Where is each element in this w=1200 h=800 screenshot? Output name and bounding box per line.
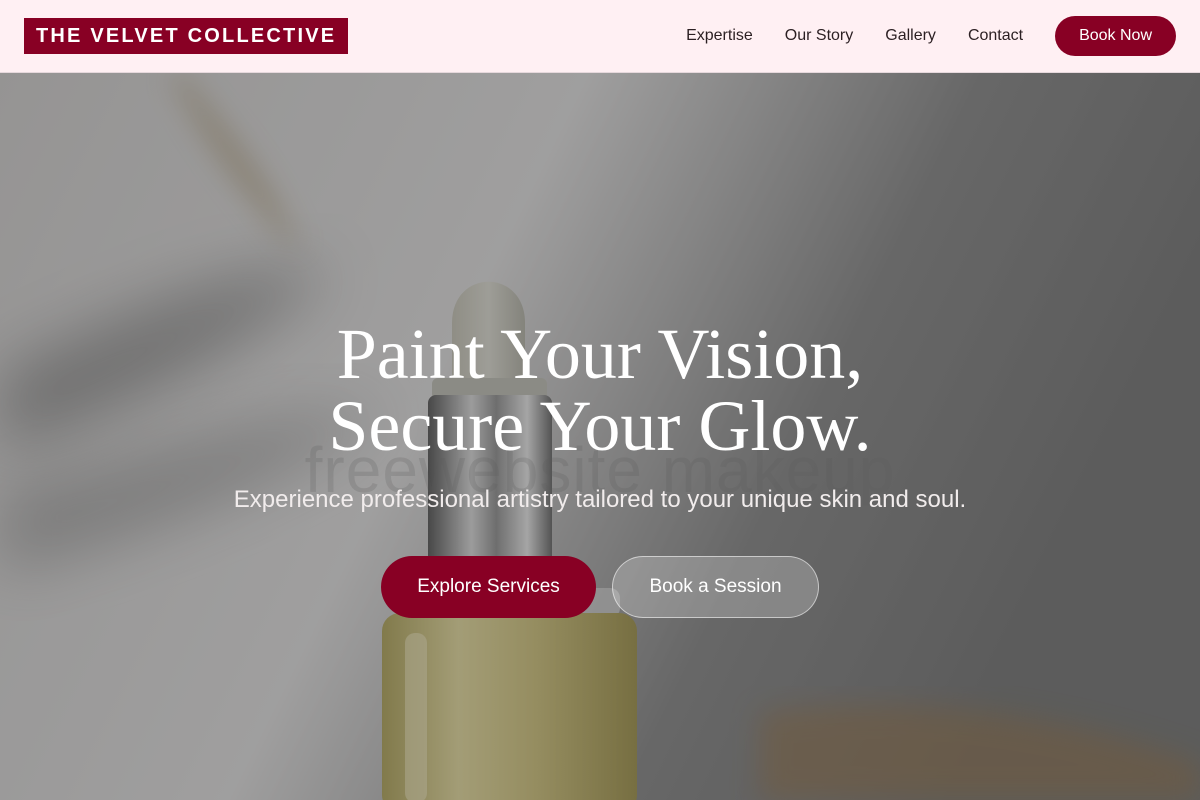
main-nav: Expertise Our Story Gallery Contact Book… (686, 16, 1176, 56)
hero-title-line-2: Secure Your Glow. (328, 386, 872, 466)
nav-link-contact[interactable]: Contact (968, 27, 1023, 45)
hero-title: Paint Your Vision, Secure Your Glow. (0, 318, 1200, 462)
hero-content: Paint Your Vision, Secure Your Glow. Exp… (0, 318, 1200, 618)
book-session-button[interactable]: Book a Session (612, 556, 819, 618)
hero-button-group: Explore Services Book a Session (0, 556, 1200, 618)
hero-section: freewebsite makeup Paint Your Vision, Se… (0, 73, 1200, 800)
site-header: THE VELVET COLLECTIVE Expertise Our Stor… (0, 0, 1200, 73)
nav-link-gallery[interactable]: Gallery (885, 27, 936, 45)
nav-link-our-story[interactable]: Our Story (785, 27, 853, 45)
brand-logo[interactable]: THE VELVET COLLECTIVE (24, 18, 349, 54)
nav-link-expertise[interactable]: Expertise (686, 27, 753, 45)
explore-services-button[interactable]: Explore Services (381, 556, 596, 618)
hero-subtitle: Experience professional artistry tailore… (233, 486, 967, 513)
hero-title-line-1: Paint Your Vision, (336, 314, 864, 394)
book-now-button[interactable]: Book Now (1055, 16, 1176, 56)
